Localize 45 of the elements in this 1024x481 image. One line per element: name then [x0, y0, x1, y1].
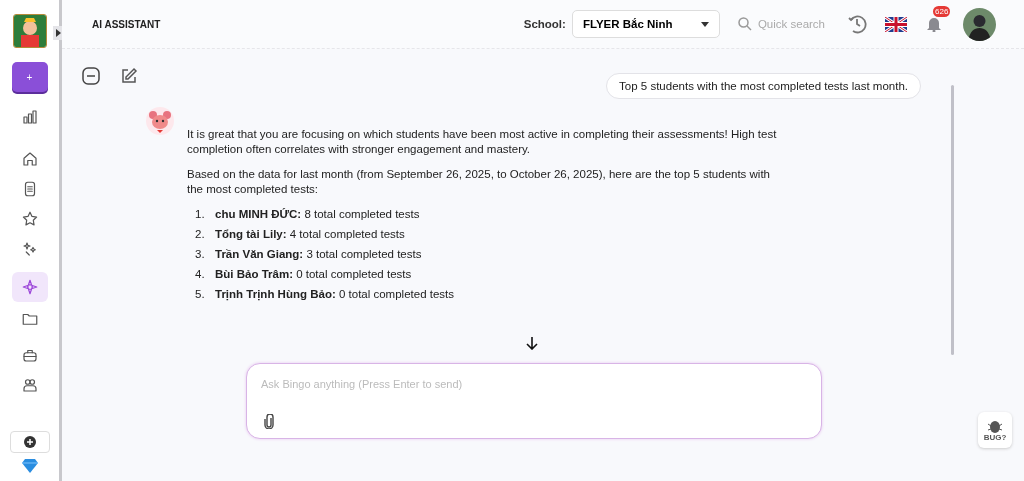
list-number: 1. [195, 207, 206, 222]
edit-icon [120, 67, 138, 85]
list-item: Trần Văn Giang: 3 total completed tests [215, 247, 422, 262]
plus-circle-button[interactable] [9, 431, 50, 453]
diamond-icon[interactable] [21, 459, 38, 473]
home-icon [20, 150, 39, 168]
caret-icon [700, 21, 709, 27]
user-message: Top 5 students with the most completed tests last month. [606, 73, 921, 99]
logo-icon[interactable] [12, 14, 47, 48]
plus-circle-icon [23, 436, 36, 448]
page-title: AI ASSISTANT [92, 18, 162, 30]
bar-chart-icon [20, 108, 39, 126]
star-icon [20, 210, 39, 228]
collapse-button[interactable] [82, 67, 100, 85]
bug-icon [987, 418, 1003, 433]
mascot-icon [146, 107, 174, 135]
flag-icon[interactable] [885, 16, 907, 32]
edit-button[interactable] [120, 67, 138, 85]
list-item: Trịnh Trịnh Hùng Bảo: 0 total completed tests [215, 287, 454, 302]
list-number: 2. [195, 227, 206, 242]
sparkle-icon [20, 278, 39, 296]
paperclip-icon[interactable] [263, 414, 275, 429]
list-number: 5. [195, 287, 206, 302]
collapse-icon[interactable] [53, 26, 63, 40]
scrollbar[interactable] [951, 85, 954, 355]
avatar[interactable] [963, 7, 996, 41]
message-paragraph: It is great that you are focusing on which students have been most active in completing their assessments! High test completion often correlates with stronger engagement and mastery. [187, 127, 777, 157]
bug-report-button[interactable]: BUG? [978, 412, 1012, 448]
list-number: 3. [195, 247, 206, 262]
add-button[interactable]: + [11, 62, 48, 92]
arrow-down-icon[interactable] [525, 336, 539, 350]
notification-badge: 626 [933, 6, 951, 17]
list-item: Tổng tài Lily: 4 total completed tests [215, 227, 405, 242]
search-icon [737, 17, 752, 31]
school-label: School: [523, 18, 566, 30]
list-item: Bùi Bảo Trâm: 0 total completed tests [215, 267, 412, 282]
users-icon [20, 376, 39, 394]
list-item: chu MINH ĐỨC: 8 total completed tests [215, 207, 420, 222]
message-paragraph: Based on the data for last month (from September 26, 2025, to October 26, 2025), here are the top 5 students with the most completed tests: [187, 167, 771, 197]
bell-icon[interactable] [927, 16, 941, 32]
school-select[interactable]: FLYER Bắc Ninh [571, 10, 720, 38]
sidebar-item[interactable] [11, 272, 48, 302]
list-number: 4. [195, 267, 206, 282]
history-icon[interactable] [847, 14, 867, 34]
minus-square-icon [82, 67, 100, 85]
